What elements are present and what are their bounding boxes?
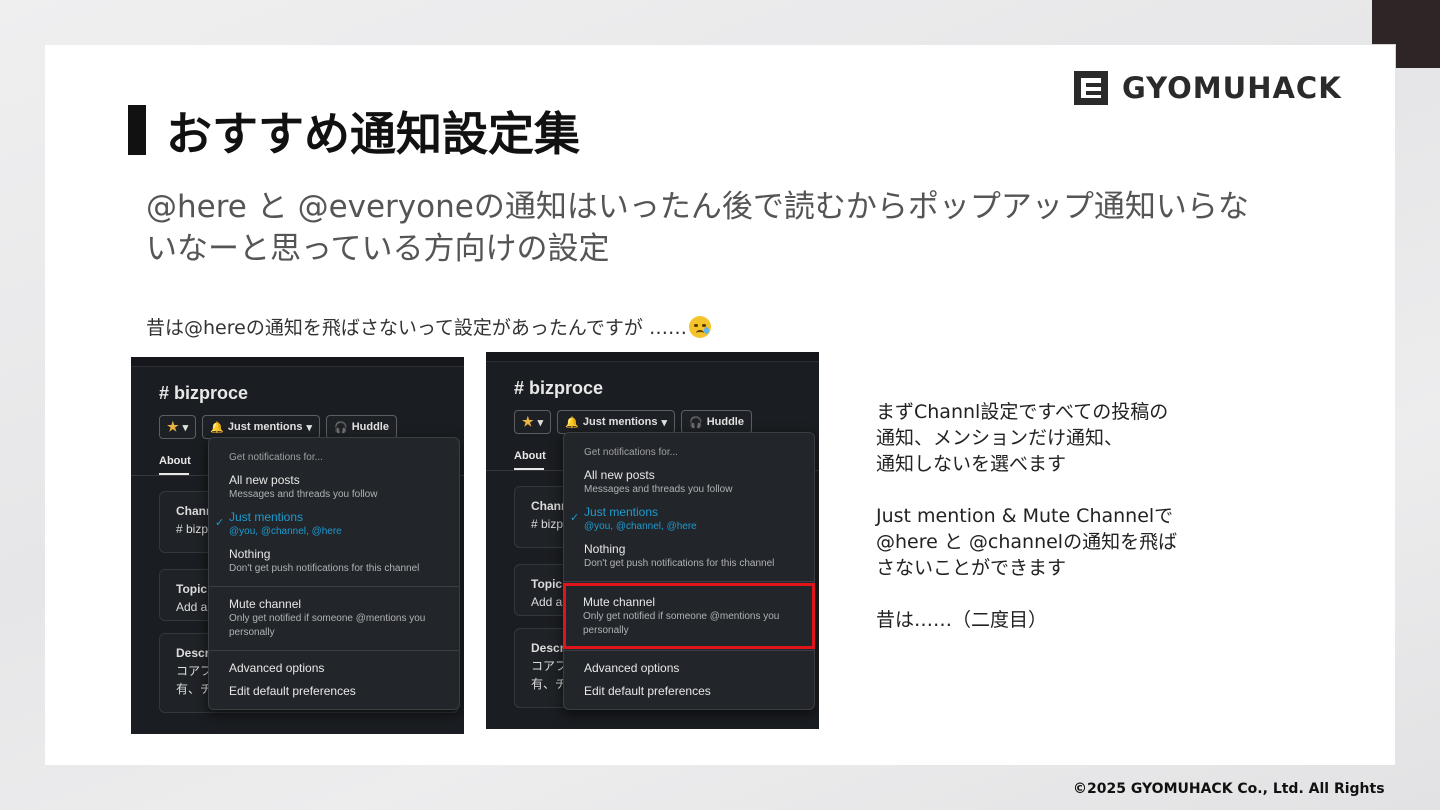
notifications-button-label: Just mentions (582, 416, 658, 428)
bell-icon: 🔔 (210, 421, 224, 434)
slide-note: 昔は@hereの通知を飛ばさないって設定があったんですが …… (146, 313, 711, 340)
headphones-icon: 🎧 (689, 416, 703, 429)
slack-screenshot-highlighted: # bizproce ★ ▾ 🔔 Just mentions ▾ 🎧 Huddle Ab… (486, 352, 819, 729)
slide-subtitle: @here と @everyoneの通知はいったん後で読むからポップアップ通知い… (146, 189, 1249, 267)
explanation-paragraph-3: 昔は……（二度目） (876, 609, 1048, 631)
star-button[interactable]: ★ ▾ (514, 410, 552, 434)
menu-item-just-mentions[interactable]: ✓ Just mentions @you, @channel, @here (209, 506, 459, 543)
chevron-down-icon: ▾ (306, 421, 312, 434)
menu-item-mute-channel[interactable]: Mute channel Only get notified if someon… (209, 593, 459, 644)
tab-about[interactable]: About (159, 455, 191, 467)
notifications-button[interactable]: 🔔 Just mentions ▾ (557, 410, 675, 434)
huddle-button-label: Huddle (706, 416, 744, 428)
explanation-paragraph-1: まずChannl設定ですべての投稿の 通知、メンションだけ通知、 通知しないを選… (876, 401, 1169, 475)
logo-mark-icon (1074, 71, 1108, 105)
channel-button-row: ★ ▾ 🔔 Just mentions ▾ 🎧 Huddle (514, 410, 752, 434)
top-tab-strip (486, 352, 819, 362)
tab-about[interactable]: About (514, 450, 546, 462)
slide-title: おすすめ通知設定集 (166, 107, 580, 161)
menu-item-advanced-options[interactable]: Advanced options (209, 657, 459, 680)
note-text: 昔は@hereの通知を飛ばさないって設定があったんですが …… (146, 317, 687, 339)
notification-menu: Get notifications for... All new posts M… (208, 437, 460, 710)
copyright-footer: ©2025 GYOMUHACK Co., Ltd. All Rights (1073, 781, 1385, 797)
bell-icon: 🔔 (565, 416, 579, 429)
explanation-paragraph-2: Just mention & Mute Channelで @here と @ch… (876, 505, 1178, 579)
huddle-button-label: Huddle (351, 421, 389, 433)
chevron-down-icon: ▾ (661, 416, 667, 429)
channel-title: # bizproce (159, 383, 249, 403)
slack-screenshot-before: # bizproce ★ ▾ 🔔 Just mentions ▾ 🎧 Huddle Ab… (131, 357, 464, 734)
menu-item-advanced-options[interactable]: Advanced options (564, 657, 814, 680)
checkmark-icon: ✓ (215, 517, 225, 529)
menu-header: Get notifications for... (229, 452, 323, 463)
huddle-button[interactable]: 🎧 Huddle (681, 410, 752, 434)
top-tab-strip (131, 357, 464, 367)
explanation-text: まずChannl設定ですべての投稿の 通知、メンションだけ通知、 通知しないを選… (876, 399, 1256, 659)
notifications-button-label: Just mentions (227, 421, 303, 433)
notification-menu: Get notifications for... All new posts M… (563, 432, 815, 710)
checkmark-icon: ✓ (570, 512, 580, 524)
logo-text: GYOMUHACK (1122, 71, 1342, 105)
headphones-icon: 🎧 (334, 421, 348, 434)
menu-item-all-new-posts[interactable]: All new posts Messages and threads you f… (209, 469, 459, 506)
title-accent-bar (128, 105, 146, 155)
menu-item-nothing[interactable]: Nothing Don't get push notifications for… (209, 543, 459, 580)
menu-header: Get notifications for... (584, 447, 678, 458)
chevron-down-icon: ▾ (182, 421, 189, 434)
menu-item-nothing[interactable]: Nothing Don't get push notifications for… (564, 538, 814, 575)
huddle-button[interactable]: 🎧 Huddle (326, 415, 397, 439)
star-icon: ★ (522, 414, 534, 429)
menu-item-mute-channel-highlighted[interactable]: Mute channel Only get notified if someon… (563, 583, 815, 649)
channel-button-row: ★ ▾ 🔔 Just mentions ▾ 🎧 Huddle (159, 415, 397, 439)
chevron-down-icon: ▾ (537, 416, 544, 429)
star-button[interactable]: ★ ▾ (159, 415, 197, 439)
brand-logo: GYOMUHACK (1074, 70, 1342, 106)
notifications-button[interactable]: 🔔 Just mentions ▾ (202, 415, 320, 439)
menu-item-edit-default-preferences[interactable]: Edit default preferences (564, 680, 814, 709)
channel-title: # bizproce (514, 378, 604, 398)
crying-face-icon (688, 316, 711, 338)
menu-item-just-mentions[interactable]: ✓ Just mentions @you, @channel, @here (564, 501, 814, 538)
star-icon: ★ (167, 419, 179, 434)
menu-item-edit-default-preferences[interactable]: Edit default preferences (209, 680, 459, 709)
menu-item-all-new-posts[interactable]: All new posts Messages and threads you f… (564, 464, 814, 501)
